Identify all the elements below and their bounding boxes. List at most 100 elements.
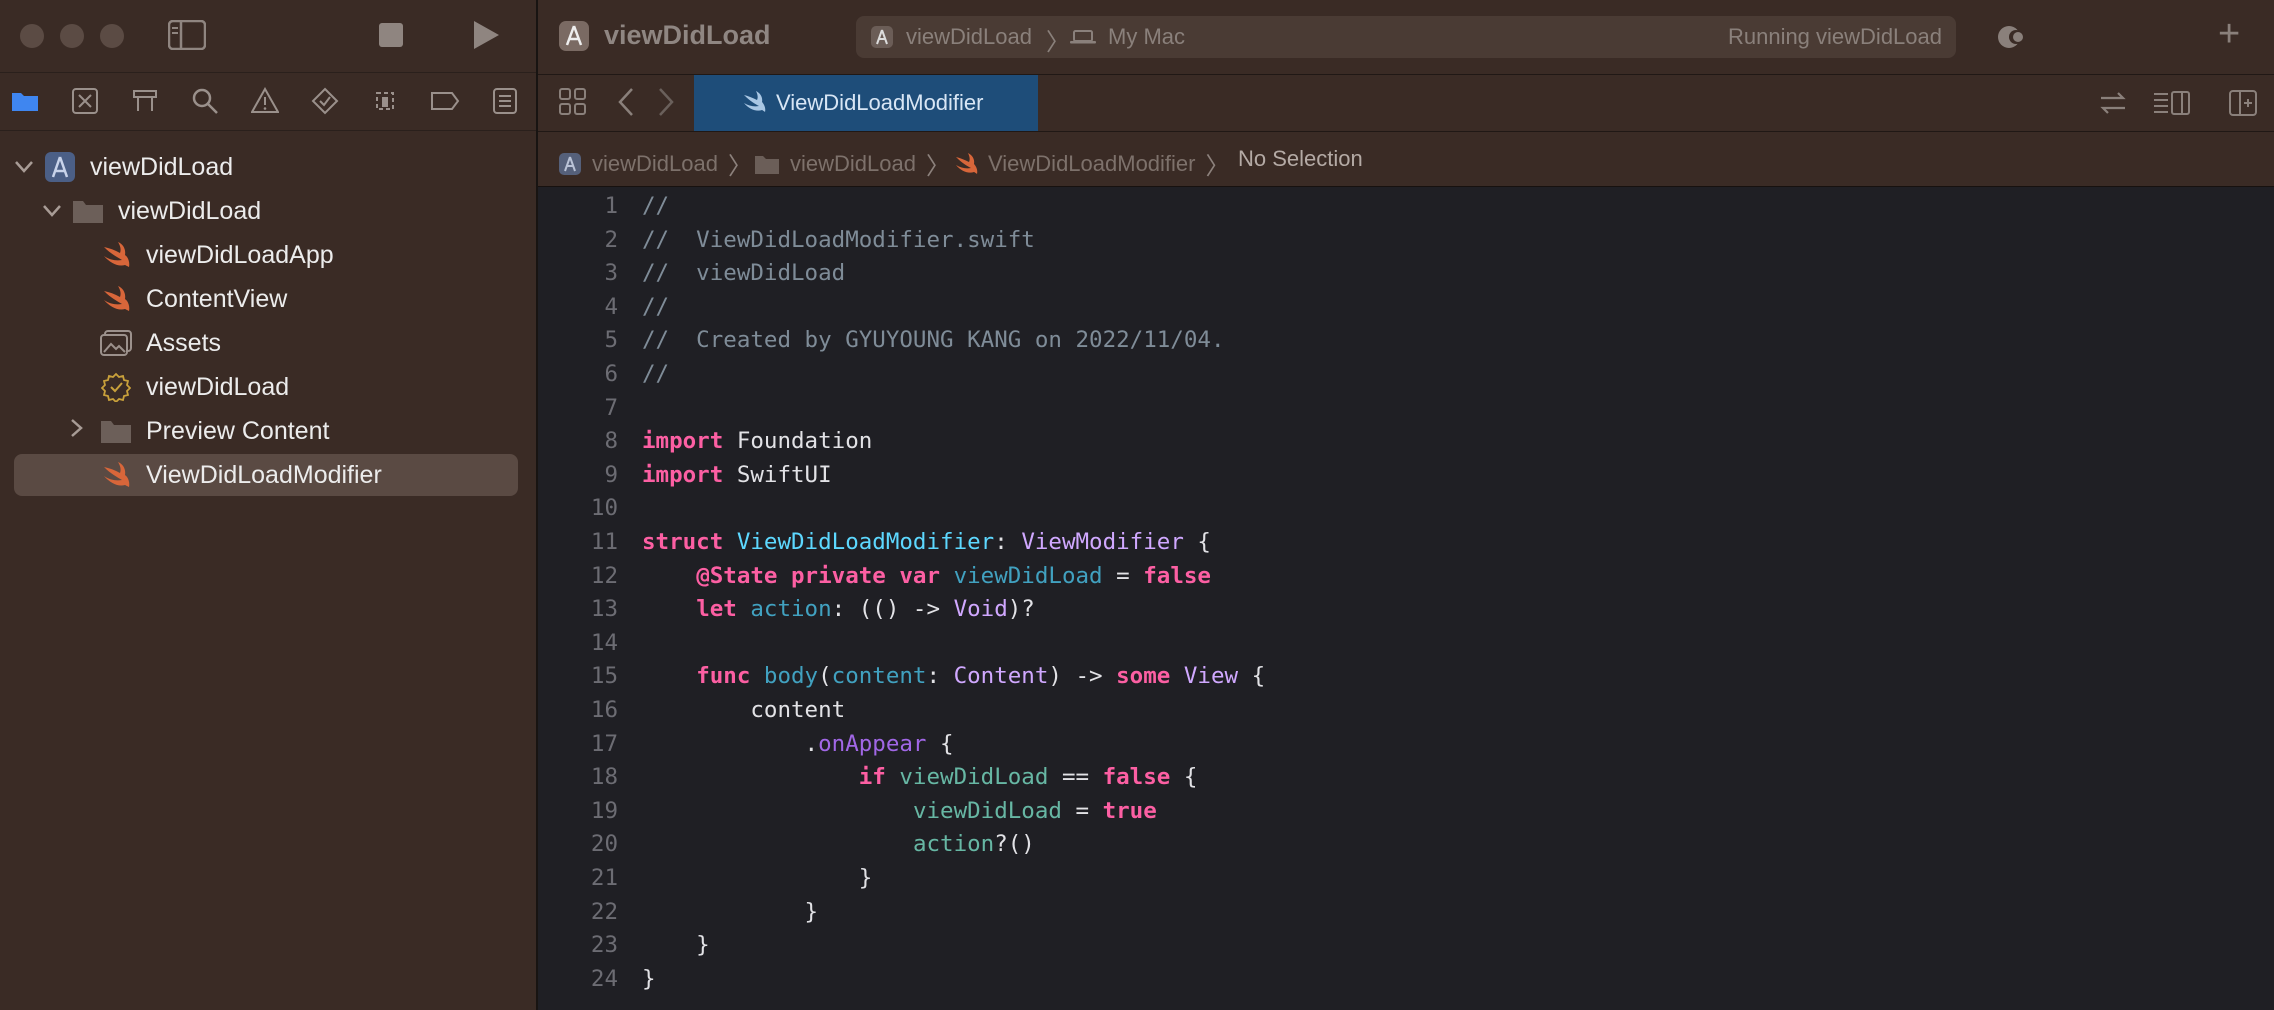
code-line[interactable]: 6 // xyxy=(538,357,2274,391)
symbol-navigator-icon[interactable] xyxy=(128,84,162,118)
tab-viewdidloadmodifier[interactable]: ViewDidLoadModifier xyxy=(694,75,1038,131)
code-line[interactable]: 15 func body(content: Content) -> some V… xyxy=(538,659,2274,693)
mac-destination-icon xyxy=(1070,30,1096,49)
code-line[interactable]: 11 struct ViewDidLoadModifier: ViewModifi… xyxy=(538,525,2274,559)
tree-item[interactable]: viewDidLoad xyxy=(0,190,536,232)
minimize-window-button[interactable] xyxy=(60,24,84,48)
code-line[interactable]: 1 // xyxy=(538,189,2274,223)
code-line[interactable]: 13 let action: (() -> Void)? xyxy=(538,592,2274,626)
code-token: { xyxy=(1238,663,1266,690)
code-line[interactable]: 10 xyxy=(538,491,2274,525)
code-line[interactable]: 16 content xyxy=(538,693,2274,727)
code-token: false xyxy=(1143,562,1211,589)
code-line[interactable]: 8 import Foundation xyxy=(538,424,2274,458)
breadcrumb-project[interactable]: viewDidLoad 〉 xyxy=(558,146,752,181)
tree-item[interactable]: ViewDidLoadModifier xyxy=(14,454,518,496)
code-token: )? xyxy=(1007,596,1035,623)
tree-item[interactable]: viewDidLoad xyxy=(0,146,536,188)
code-line[interactable]: 2 // ViewDidLoadModifier.swift xyxy=(538,223,2274,257)
breadcrumb-file[interactable]: ViewDidLoadModifier 〉 xyxy=(954,146,1230,181)
stop-icon[interactable] xyxy=(378,22,404,53)
forward-icon[interactable] xyxy=(656,85,676,124)
code-token: : xyxy=(926,663,954,690)
code-line[interactable]: 18 if viewDidLoad == false { xyxy=(538,760,2274,794)
issue-navigator-icon[interactable] xyxy=(248,84,282,118)
destination-selector[interactable]: My Mac xyxy=(1108,24,1185,50)
code-line[interactable]: 19 viewDidLoad = true xyxy=(538,794,2274,828)
code-text: // xyxy=(642,290,669,324)
report-navigator-icon[interactable] xyxy=(488,84,522,118)
line-number: 1 xyxy=(604,193,618,219)
code-line[interactable]: 3 // viewDidLoad xyxy=(538,256,2274,290)
breadcrumb-selection[interactable]: No Selection xyxy=(1238,146,1363,172)
code-line[interactable]: 12 @State private var viewDidLoad = fals… xyxy=(538,559,2274,593)
code-line[interactable]: 20 action?() xyxy=(538,827,2274,861)
related-items-grid-icon[interactable] xyxy=(558,87,588,122)
tree-item[interactable]: Preview Content xyxy=(0,410,536,452)
code-token: == xyxy=(1048,764,1103,791)
editor-options-icon[interactable] xyxy=(2152,89,2192,122)
tree-item[interactable]: viewDidLoadApp xyxy=(0,234,536,276)
add-icon[interactable]: + xyxy=(2218,14,2240,54)
code-line[interactable]: 17 .onAppear { xyxy=(538,727,2274,761)
tree-item[interactable]: viewDidLoad xyxy=(0,366,536,408)
project-icon xyxy=(559,152,581,175)
tree-item[interactable]: Assets xyxy=(0,322,536,364)
activity-view[interactable]: viewDidLoad 〉 My Mac Running viewDidLoad xyxy=(856,16,1956,58)
code-line[interactable]: 21 } xyxy=(538,861,2274,895)
sidebar-titlebar xyxy=(0,0,536,73)
toggle-sidebar-icon[interactable] xyxy=(167,19,207,55)
chevron-right-icon[interactable] xyxy=(70,418,84,444)
code-line[interactable]: 7 xyxy=(538,391,2274,425)
code-token: ( xyxy=(818,663,832,690)
scheme-selector[interactable]: viewDidLoad xyxy=(906,24,1032,50)
code-text: } xyxy=(642,962,656,996)
back-icon[interactable] xyxy=(616,85,636,124)
code-line[interactable]: 22 } xyxy=(538,895,2274,929)
swift-file-icon xyxy=(100,283,132,315)
code-line[interactable]: 14 xyxy=(538,626,2274,660)
code-token: // ViewDidLoadModifier.swift xyxy=(642,226,1035,253)
folder-icon xyxy=(100,415,132,447)
folder-icon xyxy=(72,195,104,227)
code-token: content xyxy=(642,697,846,723)
code-text: } xyxy=(642,895,819,929)
code-token: : (() -> xyxy=(831,596,954,623)
library-icon[interactable] xyxy=(1996,22,2028,57)
chevron-down-icon[interactable] xyxy=(42,198,62,224)
code-token: { xyxy=(1170,764,1198,791)
split-editor-icon[interactable] xyxy=(2228,89,2258,122)
code-text: .onAppear { xyxy=(642,727,954,761)
code-line[interactable]: 9 import SwiftUI xyxy=(538,458,2274,492)
code-line[interactable]: 5 // Created by GYUYOUNG KANG on 2022/11/… xyxy=(538,323,2274,357)
breadcrumb-label: ViewDidLoadModifier xyxy=(988,150,1196,176)
close-window-button[interactable] xyxy=(20,24,44,48)
breadcrumb-folder[interactable]: viewDidLoad 〉 xyxy=(754,146,950,181)
debug-navigator-icon[interactable] xyxy=(368,84,402,118)
chevron-right-icon: 〉 xyxy=(727,153,752,180)
tree-item-label: Preview Content xyxy=(146,416,330,445)
code-review-icon[interactable] xyxy=(2098,89,2128,122)
line-number: 17 xyxy=(590,730,618,757)
source-editor[interactable]: 1 // 2 // ViewDidLoadModifier.swift 3 // view… xyxy=(538,187,2274,1010)
breakpoint-navigator-icon[interactable] xyxy=(428,84,462,118)
chevron-down-icon[interactable] xyxy=(14,154,34,180)
test-navigator-icon[interactable] xyxy=(308,84,342,118)
zoom-window-button[interactable] xyxy=(100,24,124,48)
code-token: : xyxy=(994,529,1022,555)
code-line[interactable]: 4 // xyxy=(538,290,2274,324)
source-control-navigator-icon[interactable] xyxy=(68,84,102,118)
code-text: // viewDidLoad xyxy=(642,256,845,290)
code-line[interactable]: 23 } xyxy=(538,928,2274,962)
code-token: if xyxy=(858,764,886,791)
tree-item[interactable]: ContentView xyxy=(0,278,536,320)
code-text: func body(content: Content) -> some View… xyxy=(642,659,1265,693)
project-navigator-icon[interactable] xyxy=(8,84,42,118)
code-line[interactable]: 24} xyxy=(538,962,2274,996)
code-token: true xyxy=(1102,797,1157,824)
find-navigator-icon[interactable] xyxy=(188,84,222,118)
run-icon[interactable] xyxy=(472,20,500,55)
